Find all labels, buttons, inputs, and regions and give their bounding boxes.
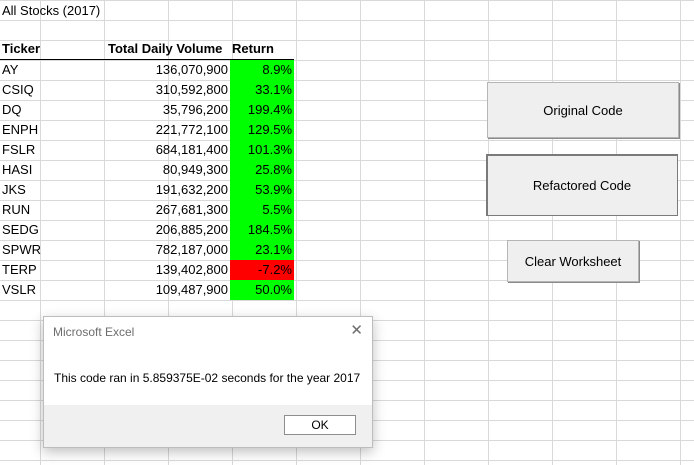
table-row: VSLR 109,487,900 50.0% bbox=[0, 280, 294, 300]
dialog-footer: OK bbox=[44, 405, 372, 447]
sheet-title: All Stocks (2017) bbox=[2, 3, 101, 18]
original-code-button[interactable]: Original Code bbox=[487, 82, 679, 138]
message-dialog: Microsoft Excel ✕ This code ran in 5.859… bbox=[43, 316, 373, 448]
table-row: RUN 267,681,300 5.5% bbox=[0, 200, 294, 220]
cell-ticker[interactable]: AY bbox=[0, 60, 106, 81]
table-row: TERP 139,402,800 -7.2% bbox=[0, 260, 294, 280]
cell-ticker[interactable]: ENPH bbox=[0, 120, 106, 140]
cell-return[interactable]: -7.2% bbox=[230, 260, 294, 280]
cell-return[interactable]: 23.1% bbox=[230, 240, 294, 260]
cell-volume[interactable]: 206,885,200 bbox=[106, 220, 230, 240]
cell-return[interactable]: 184.5% bbox=[230, 220, 294, 240]
cell-volume[interactable]: 221,772,100 bbox=[106, 120, 230, 140]
ok-button[interactable]: OK bbox=[284, 415, 356, 435]
cell-return[interactable]: 50.0% bbox=[230, 280, 294, 300]
cell-ticker[interactable]: HASI bbox=[0, 160, 106, 180]
dialog-title: Microsoft Excel bbox=[53, 325, 135, 339]
table-row: FSLR 684,181,400 101.3% bbox=[0, 140, 294, 160]
cell-return[interactable]: 25.8% bbox=[230, 160, 294, 180]
cell-ticker[interactable]: DQ bbox=[0, 100, 106, 120]
cell-ticker[interactable]: SEDG bbox=[0, 220, 106, 240]
cell-volume[interactable]: 80,949,300 bbox=[106, 160, 230, 180]
table-row: SPWR 782,187,000 23.1% bbox=[0, 240, 294, 260]
cell-ticker[interactable]: JKS bbox=[0, 180, 106, 200]
cell-volume[interactable]: 782,187,000 bbox=[106, 240, 230, 260]
close-icon[interactable]: ✕ bbox=[350, 321, 363, 339]
stock-table: Ticker Total Daily Volume Return AY 136,0… bbox=[0, 39, 294, 300]
cell-volume[interactable]: 191,632,200 bbox=[106, 180, 230, 200]
cell-volume[interactable]: 267,681,300 bbox=[106, 200, 230, 220]
cell-volume[interactable]: 35,796,200 bbox=[106, 100, 230, 120]
table-row: ENPH 221,772,100 129.5% bbox=[0, 120, 294, 140]
cell-volume[interactable]: 109,487,900 bbox=[106, 280, 230, 300]
table-header-row: Ticker Total Daily Volume Return bbox=[0, 39, 294, 60]
cell-return[interactable]: 129.5% bbox=[230, 120, 294, 140]
table-row: HASI 80,949,300 25.8% bbox=[0, 160, 294, 180]
header-total-daily-volume[interactable]: Total Daily Volume bbox=[106, 39, 230, 60]
table-row: DQ 35,796,200 199.4% bbox=[0, 100, 294, 120]
cell-return[interactable]: 53.9% bbox=[230, 180, 294, 200]
cell-return[interactable]: 101.3% bbox=[230, 140, 294, 160]
cell-ticker[interactable]: RUN bbox=[0, 200, 106, 220]
cell-volume[interactable]: 684,181,400 bbox=[106, 140, 230, 160]
dialog-message: This code ran in 5.859375E-02 seconds fo… bbox=[54, 371, 361, 385]
table-row: SEDG 206,885,200 184.5% bbox=[0, 220, 294, 240]
cell-volume[interactable]: 136,070,900 bbox=[106, 60, 230, 81]
header-return[interactable]: Return bbox=[230, 39, 294, 60]
refactored-code-button[interactable]: Refactored Code bbox=[486, 154, 678, 216]
clear-worksheet-button[interactable]: Clear Worksheet bbox=[507, 240, 639, 282]
cell-return[interactable]: 5.5% bbox=[230, 200, 294, 220]
cell-ticker[interactable]: CSIQ bbox=[0, 80, 106, 100]
cell-ticker[interactable]: SPWR bbox=[0, 240, 106, 260]
header-ticker[interactable]: Ticker bbox=[0, 39, 106, 60]
cell-volume[interactable]: 139,402,800 bbox=[106, 260, 230, 280]
cell-ticker[interactable]: TERP bbox=[0, 260, 106, 280]
table-row: AY 136,070,900 8.9% bbox=[0, 59, 294, 81]
cell-return[interactable]: 33.1% bbox=[230, 80, 294, 100]
cell-return[interactable]: 199.4% bbox=[230, 100, 294, 120]
table-row: CSIQ 310,592,800 33.1% bbox=[0, 80, 294, 100]
cell-return[interactable]: 8.9% bbox=[230, 59, 294, 80]
cell-ticker[interactable]: VSLR bbox=[0, 280, 106, 300]
table-row: JKS 191,632,200 53.9% bbox=[0, 180, 294, 200]
cell-volume[interactable]: 310,592,800 bbox=[106, 80, 230, 100]
cell-ticker[interactable]: FSLR bbox=[0, 140, 106, 160]
